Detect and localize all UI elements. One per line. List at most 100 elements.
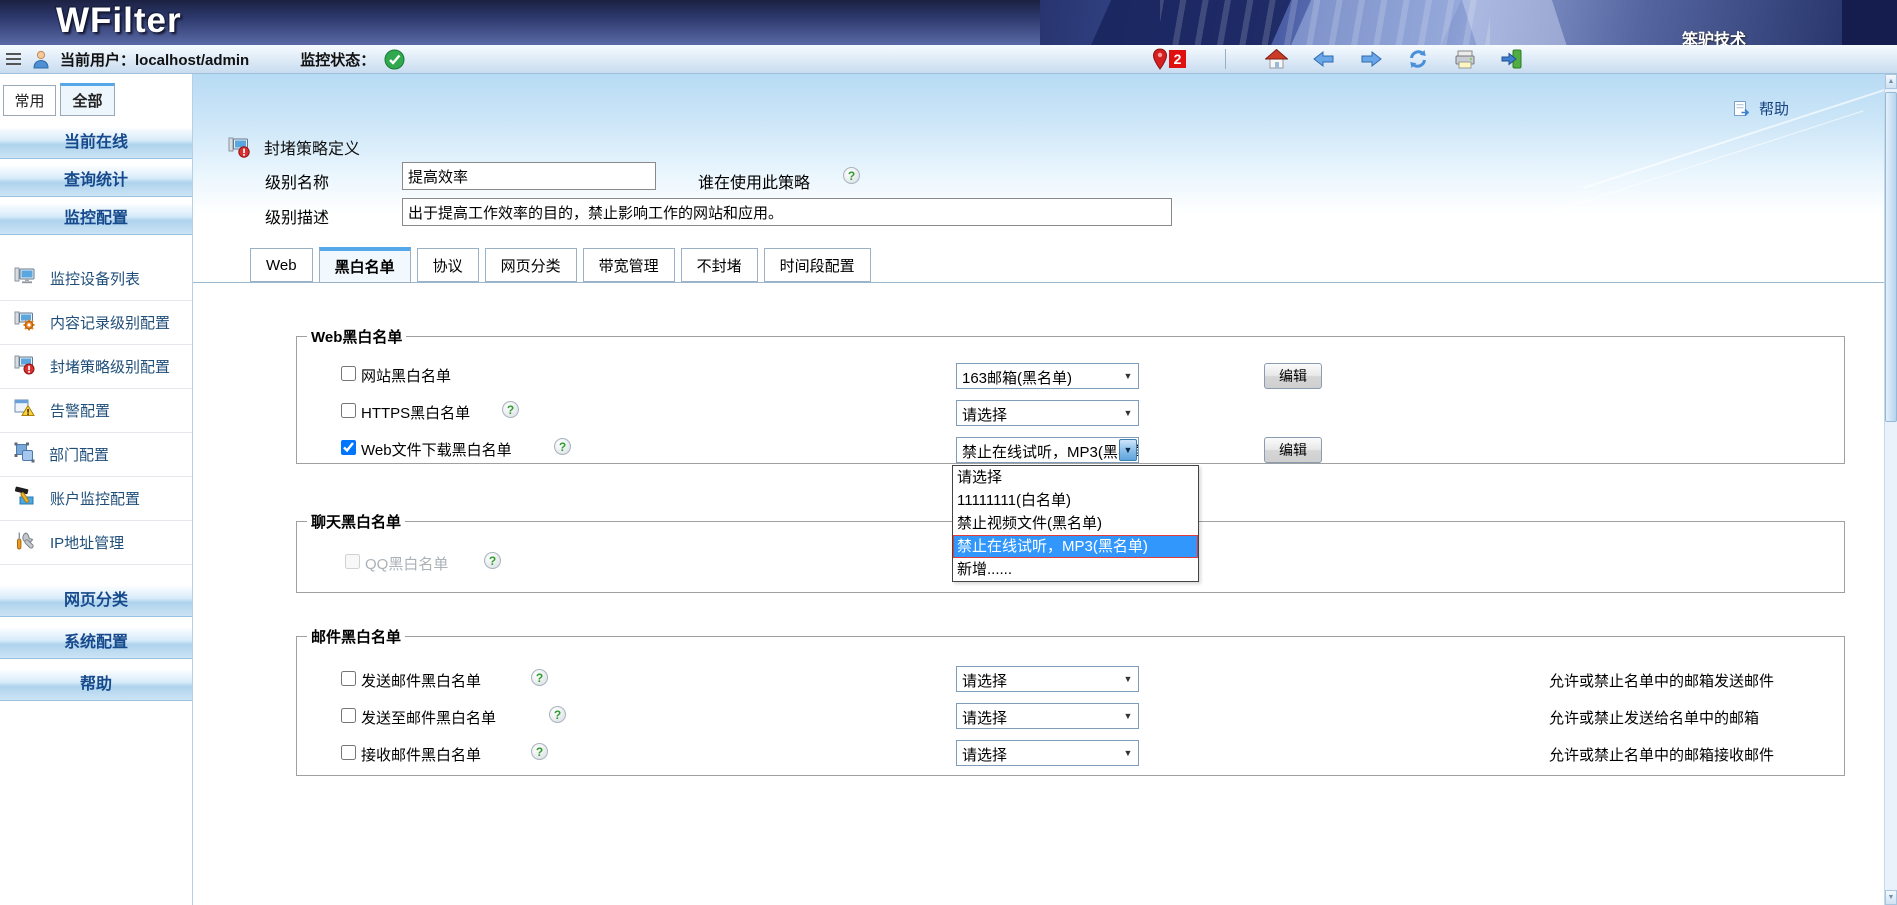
web-download-list-edit-button[interactable]: 编辑: [1264, 437, 1322, 463]
forward-icon[interactable]: [1360, 50, 1382, 68]
receive-mail-select[interactable]: 请选择▼: [956, 740, 1139, 766]
tab-web[interactable]: Web: [250, 248, 313, 282]
who-uses-label: 谁在使用此策略: [698, 169, 810, 193]
app-header: WFilter 笨驴技术: [0, 0, 1897, 45]
mail-list-legend: 邮件黑白名单: [307, 626, 405, 647]
help-page-icon: [1733, 100, 1751, 118]
https-list-select[interactable]: 请选择▼: [956, 400, 1139, 426]
wfilter-app: WFilter 笨驴技术 当前用户：localhost/admin 监控状态： …: [0, 0, 1897, 905]
qq-list-label: QQ黑白名单: [365, 553, 448, 574]
send-mail-list-checkbox[interactable]: [341, 671, 356, 686]
send-to-mail-list-label: 发送至邮件黑白名单: [361, 707, 496, 728]
block-policy-icon: [14, 354, 36, 380]
sidebar-item-alert-config[interactable]: 告警配置: [0, 389, 192, 433]
scrollbar-up-icon[interactable]: ▲: [1885, 74, 1897, 89]
toolbar-separator: [1225, 49, 1226, 69]
receive-mail-desc: 允许或禁止名单中的邮箱接收邮件: [1549, 744, 1774, 765]
level-name-input[interactable]: [402, 162, 656, 190]
sidebar-group-web-category[interactable]: 网页分类: [0, 585, 192, 617]
level-name-label: 级别名称: [265, 169, 329, 193]
dropdown-option[interactable]: 11111111(白名单): [953, 489, 1198, 512]
menu-icon[interactable]: [6, 52, 22, 66]
sidebar-item-department-config[interactable]: 部门配置: [0, 433, 192, 477]
print-icon[interactable]: [1454, 50, 1476, 69]
chevron-down-icon: ▼: [1119, 742, 1137, 764]
website-list-label: 网站黑白名单: [361, 365, 451, 386]
tab-bandwidth[interactable]: 带宽管理: [583, 248, 675, 282]
chat-list-legend: 聊天黑白名单: [307, 511, 405, 532]
scrollbar-thumb[interactable]: [1885, 92, 1897, 422]
sidebar-group-query-stats[interactable]: 查询统计: [0, 165, 192, 197]
toolbar: 当前用户：localhost/admin 监控状态： 2: [0, 45, 1897, 74]
sidebar-item-monitor-devices[interactable]: 监控设备列表: [0, 257, 192, 301]
chevron-down-icon: ▼: [1119, 668, 1137, 690]
receive-mail-list-label: 接收邮件黑白名单: [361, 744, 481, 765]
scrollbar-down-icon[interactable]: ▼: [1885, 890, 1897, 905]
website-list-select[interactable]: 163邮箱(黑名单)▼: [956, 363, 1139, 389]
sidebar-group-monitor-config[interactable]: 监控配置: [0, 203, 192, 235]
chevron-down-icon: ▼: [1119, 402, 1137, 424]
alert-count-badge: 2: [1169, 50, 1186, 68]
chevron-down-icon: ▼: [1119, 365, 1137, 387]
send-to-mail-list-checkbox[interactable]: [341, 708, 356, 723]
main-content: 帮助 封堵策略定义 级别名称 谁在使用此策略 ? 级别描述 Web 黑白名单 协…: [193, 74, 1884, 905]
web-download-list-select[interactable]: 禁止在线试听，MP3(黑名单)▼: [956, 437, 1139, 463]
sidebar-item-ip-address-manage[interactable]: IP地址管理: [0, 521, 192, 565]
dropdown-option[interactable]: 禁止视频文件(黑名单): [953, 512, 1198, 535]
send-to-mail-help-icon[interactable]: ?: [549, 706, 566, 723]
tab-time-period[interactable]: 时间段配置: [764, 248, 871, 282]
home-icon[interactable]: [1265, 49, 1288, 70]
qq-list-help-icon[interactable]: ?: [484, 552, 501, 569]
block-policy-page-icon: [228, 136, 251, 158]
qq-list-checkbox[interactable]: [345, 554, 360, 569]
receive-mail-help-icon[interactable]: ?: [531, 743, 548, 760]
ip-manage-icon: [14, 530, 36, 556]
header-banner-image: [1040, 0, 1897, 45]
chevron-down-icon: ▼: [1119, 705, 1137, 727]
dropdown-option[interactable]: 请选择: [953, 466, 1198, 489]
app-logo: WFilter: [56, 1, 182, 41]
dropdown-option-add-new[interactable]: 新增......: [953, 558, 1198, 581]
send-to-mail-select[interactable]: 请选择▼: [956, 703, 1139, 729]
sidebar-tab-common[interactable]: 常用: [3, 85, 56, 116]
back-icon[interactable]: [1313, 50, 1335, 68]
sidebar-group-system-config[interactable]: 系统配置: [0, 627, 192, 659]
tab-blackwhite-list[interactable]: 黑白名单: [319, 247, 411, 283]
https-list-checkbox[interactable]: [341, 403, 356, 418]
dropdown-option-selected[interactable]: 禁止在线试听，MP3(黑名单): [953, 535, 1198, 558]
help-link[interactable]: 帮助: [1733, 98, 1789, 119]
department-icon: [14, 442, 35, 468]
level-desc-label: 级别描述: [265, 204, 329, 228]
web-download-list-checkbox[interactable]: [341, 440, 356, 455]
account-monitor-icon: [14, 486, 36, 511]
page-title: 封堵策略定义: [264, 135, 360, 159]
content-record-icon: [14, 310, 36, 336]
who-uses-help-icon[interactable]: ?: [843, 167, 860, 184]
tab-web-category[interactable]: 网页分类: [485, 248, 577, 282]
refresh-icon[interactable]: [1407, 49, 1429, 69]
sidebar-tab-all[interactable]: 全部: [60, 83, 115, 116]
https-list-help-icon[interactable]: ?: [502, 401, 519, 418]
receive-mail-list-checkbox[interactable]: [341, 745, 356, 760]
web-download-list-help-icon[interactable]: ?: [554, 438, 571, 455]
website-list-checkbox[interactable]: [341, 366, 356, 381]
send-mail-select[interactable]: 请选择▼: [956, 666, 1139, 692]
sidebar-item-content-record-level[interactable]: 内容记录级别配置: [0, 301, 192, 345]
monitor-status-label: 监控状态：: [300, 49, 375, 70]
https-list-label: HTTPS黑白名单: [361, 402, 470, 423]
website-list-edit-button[interactable]: 编辑: [1264, 363, 1322, 389]
tab-no-block[interactable]: 不封堵: [681, 248, 758, 282]
logout-icon[interactable]: [1501, 49, 1522, 69]
sidebar-group-help[interactable]: 帮助: [0, 669, 192, 701]
sidebar-item-block-policy-level[interactable]: 封堵策略级别配置: [0, 345, 192, 389]
sidebar-items: 监控设备列表 内容记录级别配置 封堵策略级别配置 告警配置: [0, 257, 192, 565]
level-desc-input[interactable]: [402, 198, 1172, 226]
send-mail-help-icon[interactable]: ?: [531, 669, 548, 686]
sidebar-item-account-monitor-config[interactable]: 账户监控配置: [0, 477, 192, 521]
alerts-pin-icon[interactable]: 2: [1152, 48, 1186, 70]
tab-protocol[interactable]: 协议: [417, 248, 479, 282]
vertical-scrollbar[interactable]: ▲ ▼: [1884, 74, 1897, 905]
content-banner: [193, 74, 1884, 214]
chevron-down-icon: ▼: [1119, 439, 1137, 461]
sidebar-group-online[interactable]: 当前在线: [0, 127, 192, 159]
